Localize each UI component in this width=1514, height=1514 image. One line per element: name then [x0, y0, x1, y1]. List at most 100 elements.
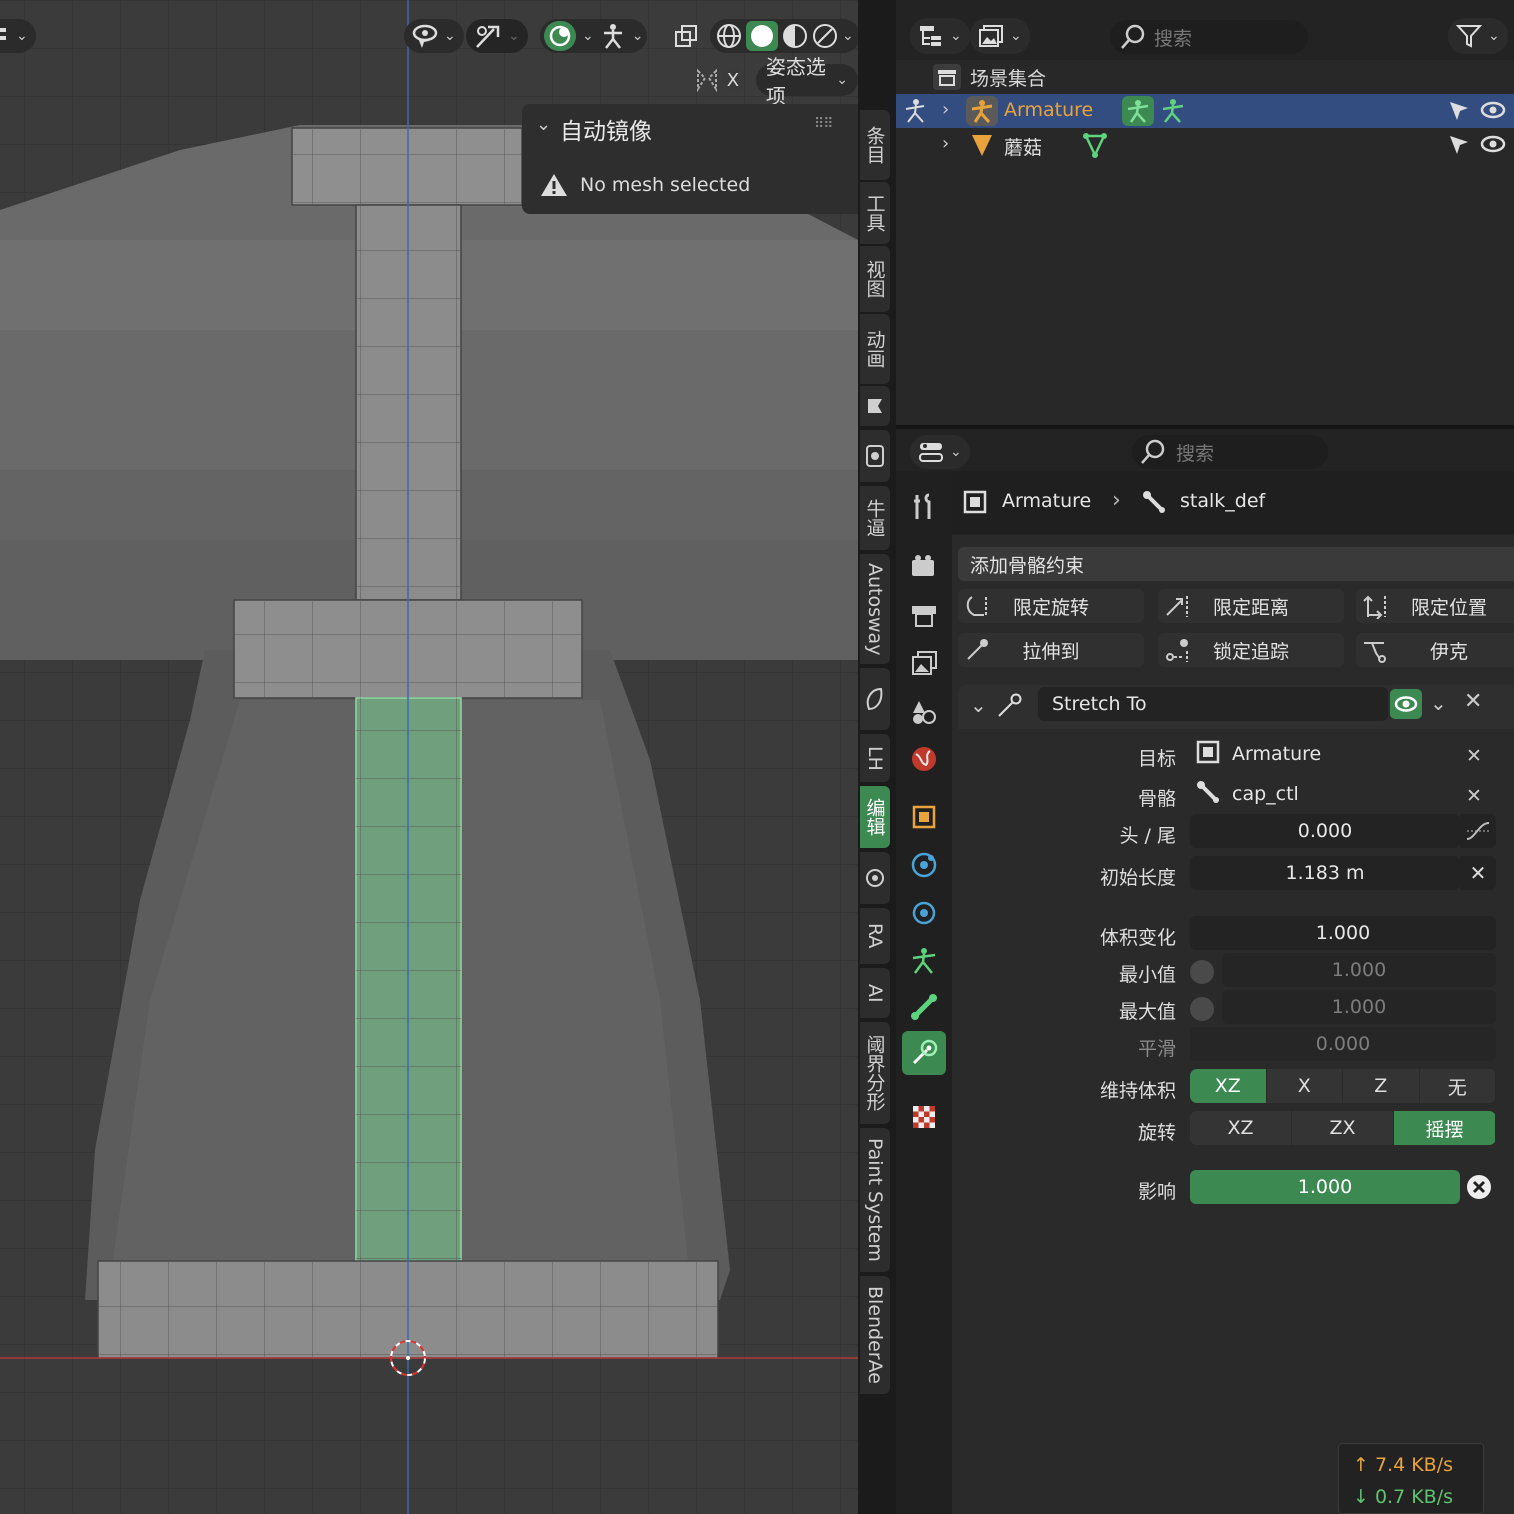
mesh-data-icon[interactable] — [1082, 132, 1108, 163]
gizmo-menu[interactable]: ⌄ — [466, 19, 528, 53]
tab-addon-icon[interactable] — [860, 430, 890, 482]
tab-item[interactable]: 条目 — [860, 110, 890, 180]
editor-type-menu[interactable]: ⌄ — [0, 19, 36, 53]
tab-edit[interactable]: 编辑 — [860, 786, 890, 848]
tab-settings-icon[interactable] — [860, 852, 890, 904]
object-icon[interactable] — [904, 797, 944, 837]
use-volume-min-checkbox[interactable] — [1190, 960, 1214, 984]
texture-icon[interactable] — [904, 1097, 944, 1137]
clear-target-icon[interactable]: ✕ — [1466, 745, 1482, 767]
volume-variation-field[interactable]: 1.000 — [1190, 916, 1496, 950]
solid-shading-icon[interactable] — [746, 21, 778, 51]
outliner-row-armature[interactable]: › Armature — [896, 94, 1514, 128]
use-volume-max-checkbox[interactable] — [1190, 997, 1214, 1021]
filter-menu[interactable]: ⌄ — [1448, 18, 1508, 54]
tab-blenderae[interactable]: BlenderAe — [860, 1276, 890, 1394]
material-shading-icon[interactable] — [782, 23, 808, 49]
display-mode-menu[interactable]: ⌄ — [910, 18, 970, 54]
influence-slider[interactable]: 1.000 — [1190, 1170, 1460, 1204]
wireframe-shading-icon[interactable] — [716, 23, 742, 49]
pose-options-menu[interactable]: 姿态选项 ⌄ — [755, 55, 858, 108]
tab-niubi[interactable]: 牛逼 — [860, 486, 890, 550]
object-data-armature-icon[interactable] — [904, 941, 944, 981]
output-icon[interactable] — [904, 595, 944, 635]
armature-data-icon[interactable] — [1160, 98, 1186, 129]
x-mirror-toggle[interactable]: X — [722, 67, 744, 93]
drag-handle-icon[interactable]: ⠿⠿ — [814, 116, 833, 132]
head-tail-field[interactable]: 0.000 — [1190, 814, 1460, 848]
outliner-row-mushroom[interactable]: › 蘑菇 — [896, 128, 1514, 162]
rotation-swing[interactable]: 摇摆 — [1394, 1111, 1496, 1145]
tab-leaf-icon[interactable] — [860, 668, 890, 730]
outliner-search-input[interactable]: 搜索 — [1110, 20, 1308, 54]
tab-tool[interactable]: 工具 — [860, 182, 890, 244]
tab-animation[interactable]: 动画 — [860, 314, 890, 384]
maintain-volume-z[interactable]: Z — [1343, 1069, 1420, 1103]
tab-autosway[interactable]: Autosway — [860, 554, 890, 664]
maintain-volume-x[interactable]: X — [1266, 1069, 1343, 1103]
xray-toggle-icon[interactable] — [672, 24, 700, 48]
tool-icon[interactable] — [904, 487, 944, 527]
follow-bbone-toggle[interactable] — [1460, 814, 1496, 848]
limit-location-button[interactable]: 限定位置 — [1356, 589, 1514, 623]
shading-modes[interactable]: ⌄ — [710, 19, 858, 53]
rotation-zx[interactable]: ZX — [1292, 1111, 1394, 1145]
disable-keep-transform-icon[interactable] — [1462, 1170, 1496, 1204]
remove-constraint-icon[interactable]: ✕ — [1464, 689, 1482, 714]
constraint-enable-toggle[interactable] — [1390, 689, 1422, 719]
subtarget-bone-field[interactable]: cap_ctl — [1190, 777, 1496, 811]
select-arrow-icon[interactable] — [1448, 134, 1470, 161]
tab-ra[interactable]: RA — [860, 908, 890, 964]
rendered-shading-icon[interactable] — [812, 23, 838, 49]
tab-paint-system[interactable]: Paint System — [860, 1128, 890, 1272]
view-layer-icon[interactable] — [904, 643, 944, 683]
visibility-menu[interactable]: ⌄ — [404, 19, 464, 53]
limit-rotation-button[interactable]: 限定旋转 — [958, 589, 1144, 623]
constraint-menu-chevron-icon[interactable]: ⌄ — [1430, 691, 1447, 715]
smooth-field[interactable]: 0.000 — [1190, 1027, 1496, 1061]
panel-title[interactable]: 自动镜像 — [560, 112, 652, 146]
volume-min-field[interactable]: 1.000 — [1222, 953, 1496, 987]
world-icon[interactable] — [904, 739, 944, 779]
tab-lh[interactable]: LH — [860, 734, 890, 782]
maintain-volume-none[interactable]: 无 — [1419, 1069, 1496, 1103]
chevron-down-icon[interactable]: ⌄ — [970, 693, 987, 717]
scene-icon[interactable] — [904, 691, 944, 731]
pose-mode-icon[interactable] — [902, 98, 930, 129]
tab-view[interactable]: 视图 — [860, 246, 890, 312]
breadcrumb-object[interactable]: Armature — [1002, 490, 1091, 512]
overlays-menu[interactable]: ⌄ ⌄ — [540, 19, 648, 53]
tab-ai[interactable]: AI — [860, 968, 890, 1018]
stretch-to-button[interactable]: 拉伸到 — [958, 633, 1144, 667]
select-arrow-icon[interactable] — [1448, 100, 1470, 127]
3d-viewport[interactable]: ⌄ ⌄ ⌄ ⌄ ⌄ ⌄ X 姿态选项 ⌄ ⌄ 自动镜像 ⠿⠿ No mesh s… — [0, 0, 858, 1514]
constraint-name-field[interactable]: Stretch To — [1038, 687, 1388, 721]
chevron-down-icon[interactable]: ⌄ — [536, 114, 551, 135]
clear-bone-icon[interactable]: ✕ — [1466, 785, 1482, 807]
tab-flag-icon[interactable] — [860, 386, 890, 426]
maintain-volume-xz[interactable]: XZ — [1190, 1069, 1267, 1103]
eye-icon[interactable] — [1480, 134, 1506, 159]
physics-icon[interactable] — [904, 845, 944, 885]
outliner-scene-collection[interactable]: 场景集合 — [896, 60, 1514, 94]
filter-display-menu[interactable]: ⌄ — [970, 18, 1030, 54]
object-constraint-icon[interactable] — [904, 893, 944, 933]
pose-data-icon[interactable] — [1122, 96, 1154, 126]
reset-length-icon[interactable]: ✕ — [1460, 856, 1496, 890]
rest-length-field[interactable]: 1.183 m — [1190, 856, 1460, 890]
mirror-pose-icon[interactable] — [694, 67, 720, 93]
tab-fractal[interactable]: 阈界分形 — [860, 1022, 890, 1124]
eye-icon[interactable] — [1480, 100, 1506, 125]
expand-arrow-icon[interactable]: › — [942, 133, 949, 154]
breadcrumb-bone[interactable]: stalk_def — [1180, 490, 1265, 512]
render-icon[interactable] — [904, 547, 944, 587]
properties-search-input[interactable]: 搜索 — [1132, 435, 1328, 469]
expand-arrow-icon[interactable]: › — [942, 99, 949, 120]
locked-track-button[interactable]: 锁定追踪 — [1158, 633, 1344, 667]
target-field[interactable]: Armature — [1190, 737, 1496, 771]
editor-type-menu[interactable]: ⌄ — [910, 435, 970, 469]
add-bone-constraint-button[interactable]: 添加骨骼约束 — [958, 547, 1514, 581]
bone-icon[interactable] — [904, 987, 944, 1027]
limit-distance-button[interactable]: 限定距离 — [1158, 589, 1344, 623]
volume-max-field[interactable]: 1.000 — [1222, 990, 1496, 1024]
